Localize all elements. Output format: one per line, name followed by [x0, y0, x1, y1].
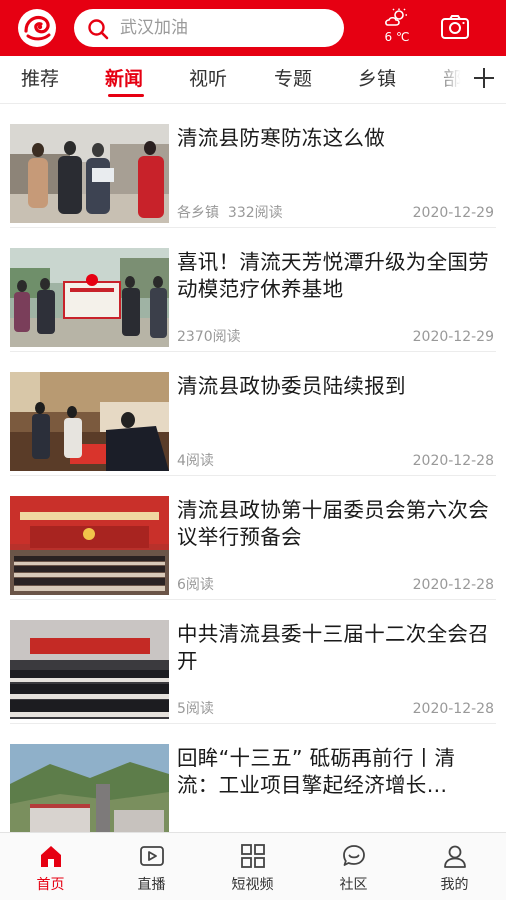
news-thumbnail	[10, 124, 169, 223]
news-thumbnail	[10, 248, 169, 347]
tab-townships[interactable]: 乡镇	[358, 66, 396, 92]
tab-topics[interactable]: 专题	[274, 66, 312, 92]
news-reads: 2370阅读	[177, 329, 241, 345]
tab-news[interactable]: 新闻	[105, 66, 143, 92]
logo-icon[interactable]	[18, 9, 56, 47]
nav-home-label: 首页	[36, 877, 65, 893]
news-thumbnail	[10, 744, 169, 832]
news-item[interactable]: 回眸“十三五” 砥砺再前行丨清流：工业项目擎起经济增长…	[0, 724, 506, 832]
nav-short-video[interactable]: 短视频	[202, 833, 303, 900]
nav-profile-label: 我的	[440, 877, 469, 893]
news-date: 2020-12-28	[412, 577, 494, 593]
active-tab-indicator	[108, 94, 144, 97]
news-thumbnail	[10, 620, 169, 719]
news-title: 清流县政协第十届委员会第六次会议举行预备会	[177, 498, 489, 549]
grid-icon	[241, 844, 265, 868]
play-icon	[140, 846, 164, 866]
weather-icon	[385, 8, 407, 26]
news-item[interactable]: 清流县政协委员陆续报到 4阅读 2020-12-28	[0, 352, 506, 476]
news-source: 各乡镇	[177, 205, 219, 221]
weather-widget[interactable]: 6 ℃	[378, 6, 416, 50]
tab-recommend[interactable]: 推荐	[21, 66, 59, 92]
news-reads: 6阅读	[177, 577, 214, 593]
bottom-nav: 首页 直播 短视频 社区 我的	[0, 832, 506, 900]
chat-icon	[343, 845, 365, 866]
news-title: 清流县防寒防冻这么做	[177, 126, 385, 150]
news-thumbnail	[10, 372, 169, 471]
channel-tabs: 推荐 新闻 视听 专题 乡镇 部	[0, 56, 506, 104]
news-item[interactable]: 喜讯！清流天芳悦潭升级为全国劳动模范疗休养基地 2370阅读 2020-12-2…	[0, 228, 506, 352]
news-meta: 各乡镇 332阅读	[177, 204, 283, 222]
nav-profile[interactable]: 我的	[404, 833, 505, 900]
nav-live-label: 直播	[137, 877, 166, 893]
news-date: 2020-12-28	[412, 453, 494, 469]
home-icon	[41, 846, 61, 867]
news-item[interactable]: 清流县政协第十届委员会第六次会议举行预备会 6阅读 2020-12-28	[0, 476, 506, 600]
nav-community-label: 社区	[339, 877, 368, 893]
news-title: 回眸“十三五” 砥砺再前行丨清流：工业项目擎起经济增长…	[177, 746, 456, 797]
news-date: 2020-12-29	[412, 205, 494, 221]
news-title: 中共清流县委十三届十二次全会召开	[177, 622, 489, 673]
news-title: 清流县政协委员陆续报到	[177, 374, 406, 398]
search-placeholder: 武汉加油	[120, 18, 188, 38]
top-bar: 武汉加油 6 ℃	[0, 0, 506, 56]
user-icon	[444, 845, 466, 868]
add-channel-icon[interactable]	[470, 63, 498, 93]
news-reads: 4阅读	[177, 453, 214, 469]
news-item[interactable]: 中共清流县委十三届十二次全会召开 5阅读 2020-12-28	[0, 600, 506, 724]
news-date: 2020-12-29	[412, 329, 494, 345]
tab-audiovisual[interactable]: 视听	[189, 66, 227, 92]
news-list: 清流县防寒防冻这么做 各乡镇 332阅读 2020-12-29 喜讯！清流天芳悦…	[0, 104, 506, 832]
news-item[interactable]: 清流县防寒防冻这么做 各乡镇 332阅读 2020-12-29	[0, 104, 506, 228]
camera-icon[interactable]	[440, 14, 470, 40]
news-thumbnail	[10, 496, 169, 595]
news-reads: 5阅读	[177, 701, 214, 717]
news-reads: 332阅读	[227, 205, 283, 221]
nav-home[interactable]: 首页	[0, 833, 101, 900]
search-icon	[88, 19, 109, 40]
news-date: 2020-12-28	[412, 701, 494, 717]
nav-short-video-label: 短视频	[231, 877, 274, 893]
nav-live[interactable]: 直播	[101, 833, 202, 900]
news-title: 喜讯！清流天芳悦潭升级为全国劳动模范疗休养基地	[177, 250, 489, 301]
search-input[interactable]: 武汉加油	[74, 9, 344, 47]
nav-community[interactable]: 社区	[303, 833, 404, 900]
weather-temperature: 6 ℃	[384, 30, 410, 44]
